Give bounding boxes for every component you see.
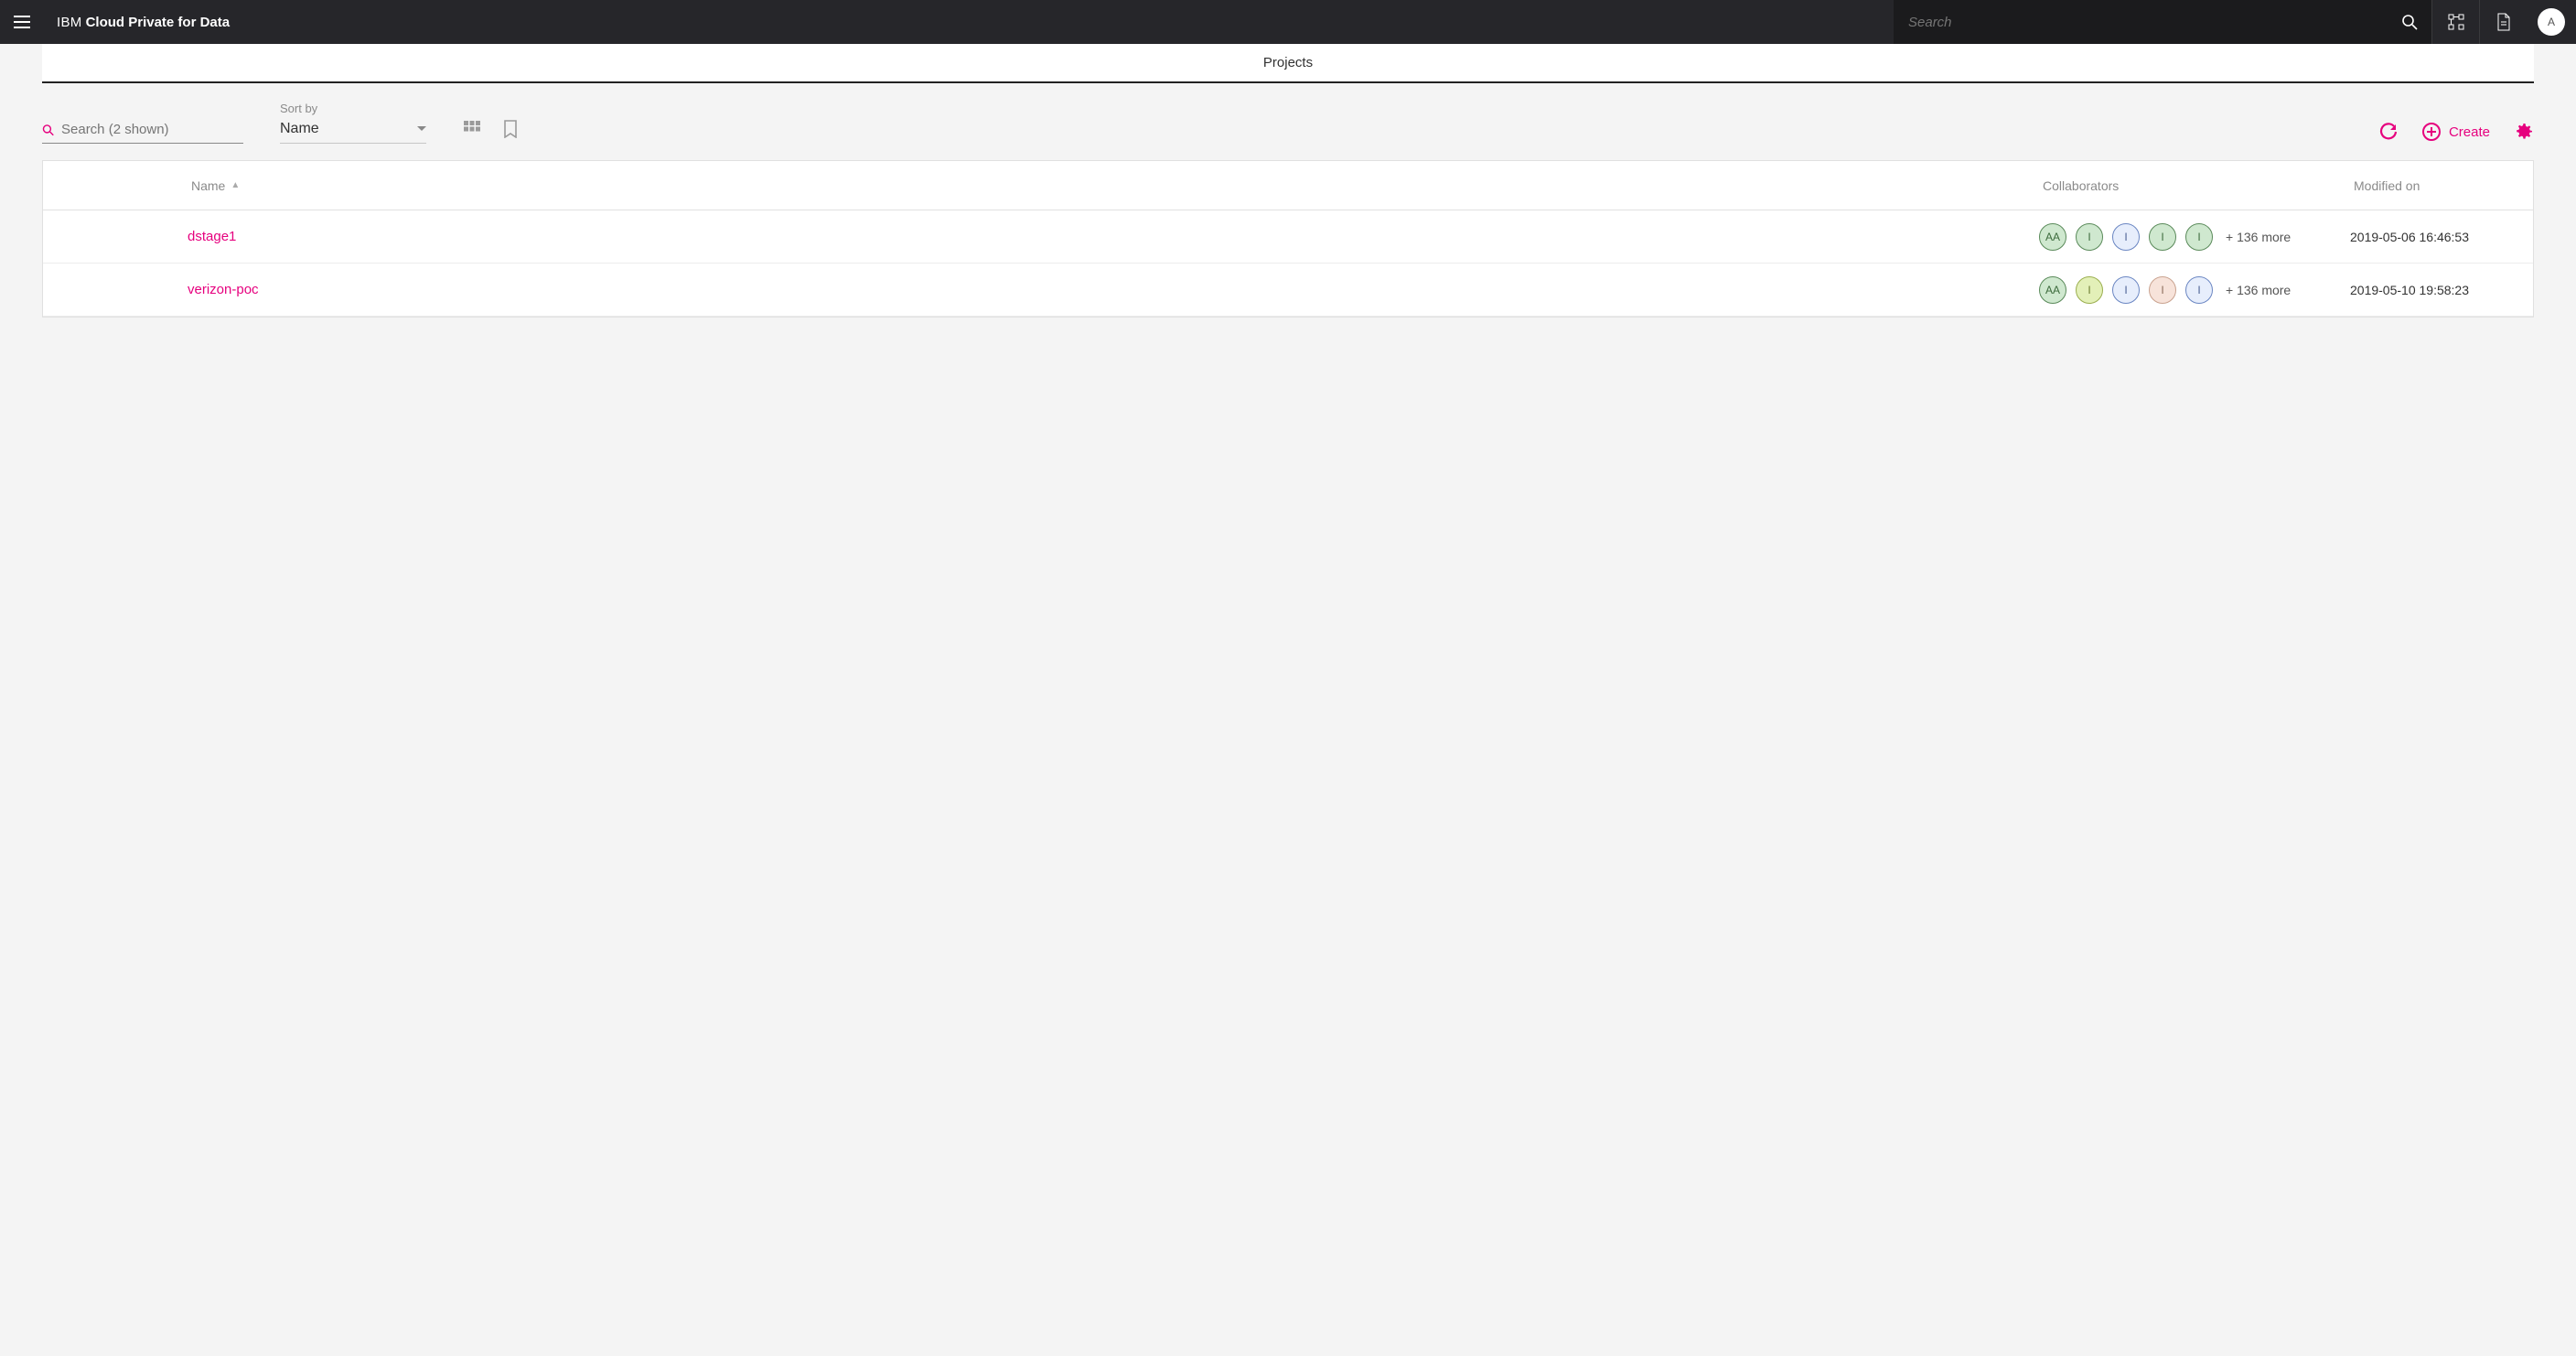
brand: IBM Cloud Private for Data: [44, 15, 230, 30]
brand-prefix: IBM: [57, 15, 82, 30]
global-search-input[interactable]: [1908, 15, 2373, 30]
view-toggles: [463, 120, 518, 144]
sort-control: Sort by Name: [280, 102, 426, 144]
modified-on: 2019-05-06 16:46:53: [2350, 230, 2533, 244]
collaborator-avatar[interactable]: I: [2112, 276, 2140, 304]
user-avatar[interactable]: A: [2538, 8, 2565, 36]
sort-asc-icon: ▲: [231, 180, 240, 190]
projects-table: Name ▲ Collaborators Modified on dstage1…: [42, 160, 2534, 317]
document-icon: [2496, 13, 2511, 31]
list-search-input[interactable]: [61, 116, 243, 143]
create-button[interactable]: Create: [2421, 122, 2490, 142]
brand-product: Cloud Private for Data: [86, 15, 231, 30]
bookmark-icon: [503, 120, 518, 138]
project-link[interactable]: dstage1: [188, 229, 236, 244]
search-icon: [2401, 14, 2418, 30]
tab-bar: Projects: [42, 44, 2534, 83]
plus-circle-icon: [2421, 122, 2442, 142]
collaborators-more[interactable]: + 136 more: [2226, 230, 2291, 244]
collaborator-avatar[interactable]: I: [2149, 276, 2176, 304]
create-label: Create: [2449, 124, 2490, 140]
table-row[interactable]: verizon-pocAAIIII+ 136 more2019-05-10 19…: [43, 264, 2533, 317]
modified-on: 2019-05-10 19:58:23: [2350, 283, 2533, 297]
global-search-button[interactable]: [2388, 0, 2431, 44]
collaborators-cell: AAIIII+ 136 more: [2039, 276, 2350, 304]
collaborators-cell: AAIIII+ 136 more: [2039, 223, 2350, 251]
global-search-area[interactable]: [1894, 0, 2388, 44]
sort-select[interactable]: Name: [280, 117, 426, 144]
collaborator-avatar[interactable]: I: [2076, 276, 2103, 304]
collaborator-avatar[interactable]: I: [2185, 276, 2213, 304]
refresh-button[interactable]: [2379, 123, 2398, 141]
topbar: IBM Cloud Private for Data A: [0, 0, 2576, 44]
table-row[interactable]: dstage1AAIIII+ 136 more2019-05-06 16:46:…: [43, 210, 2533, 264]
apps-icon: [2448, 14, 2464, 30]
list-search[interactable]: [42, 116, 243, 144]
collaborator-avatar[interactable]: AA: [2039, 223, 2066, 251]
column-modified[interactable]: Modified on: [2350, 178, 2533, 193]
column-collaborators[interactable]: Collaborators: [2039, 178, 2350, 193]
collaborator-avatar[interactable]: I: [2112, 223, 2140, 251]
settings-button[interactable]: [2514, 122, 2534, 142]
hamburger-menu[interactable]: [0, 0, 44, 44]
collaborator-avatar[interactable]: I: [2185, 223, 2213, 251]
sort-value: Name: [280, 121, 319, 137]
gear-icon: [2514, 122, 2534, 142]
bookmark-button[interactable]: [503, 120, 518, 138]
collaborators-more[interactable]: + 136 more: [2226, 283, 2291, 297]
tab-projects[interactable]: Projects: [42, 44, 2534, 81]
chevron-down-icon: [417, 126, 426, 132]
document-button[interactable]: [2479, 0, 2527, 44]
grid-view-button[interactable]: [463, 120, 481, 138]
menu-icon: [14, 16, 30, 28]
project-link[interactable]: verizon-poc: [188, 282, 259, 297]
collaborator-avatar[interactable]: I: [2149, 223, 2176, 251]
column-name[interactable]: Name ▲: [188, 178, 2039, 193]
apps-button[interactable]: [2431, 0, 2479, 44]
toolbar: Sort by Name Create: [42, 83, 2534, 160]
search-icon: [42, 122, 54, 138]
collaborator-avatar[interactable]: I: [2076, 223, 2103, 251]
collaborator-avatar[interactable]: AA: [2039, 276, 2066, 304]
table-header: Name ▲ Collaborators Modified on: [43, 161, 2533, 210]
column-name-label: Name: [191, 178, 225, 193]
grid-icon: [463, 120, 481, 138]
sort-label: Sort by: [280, 102, 426, 115]
refresh-icon: [2379, 123, 2398, 141]
